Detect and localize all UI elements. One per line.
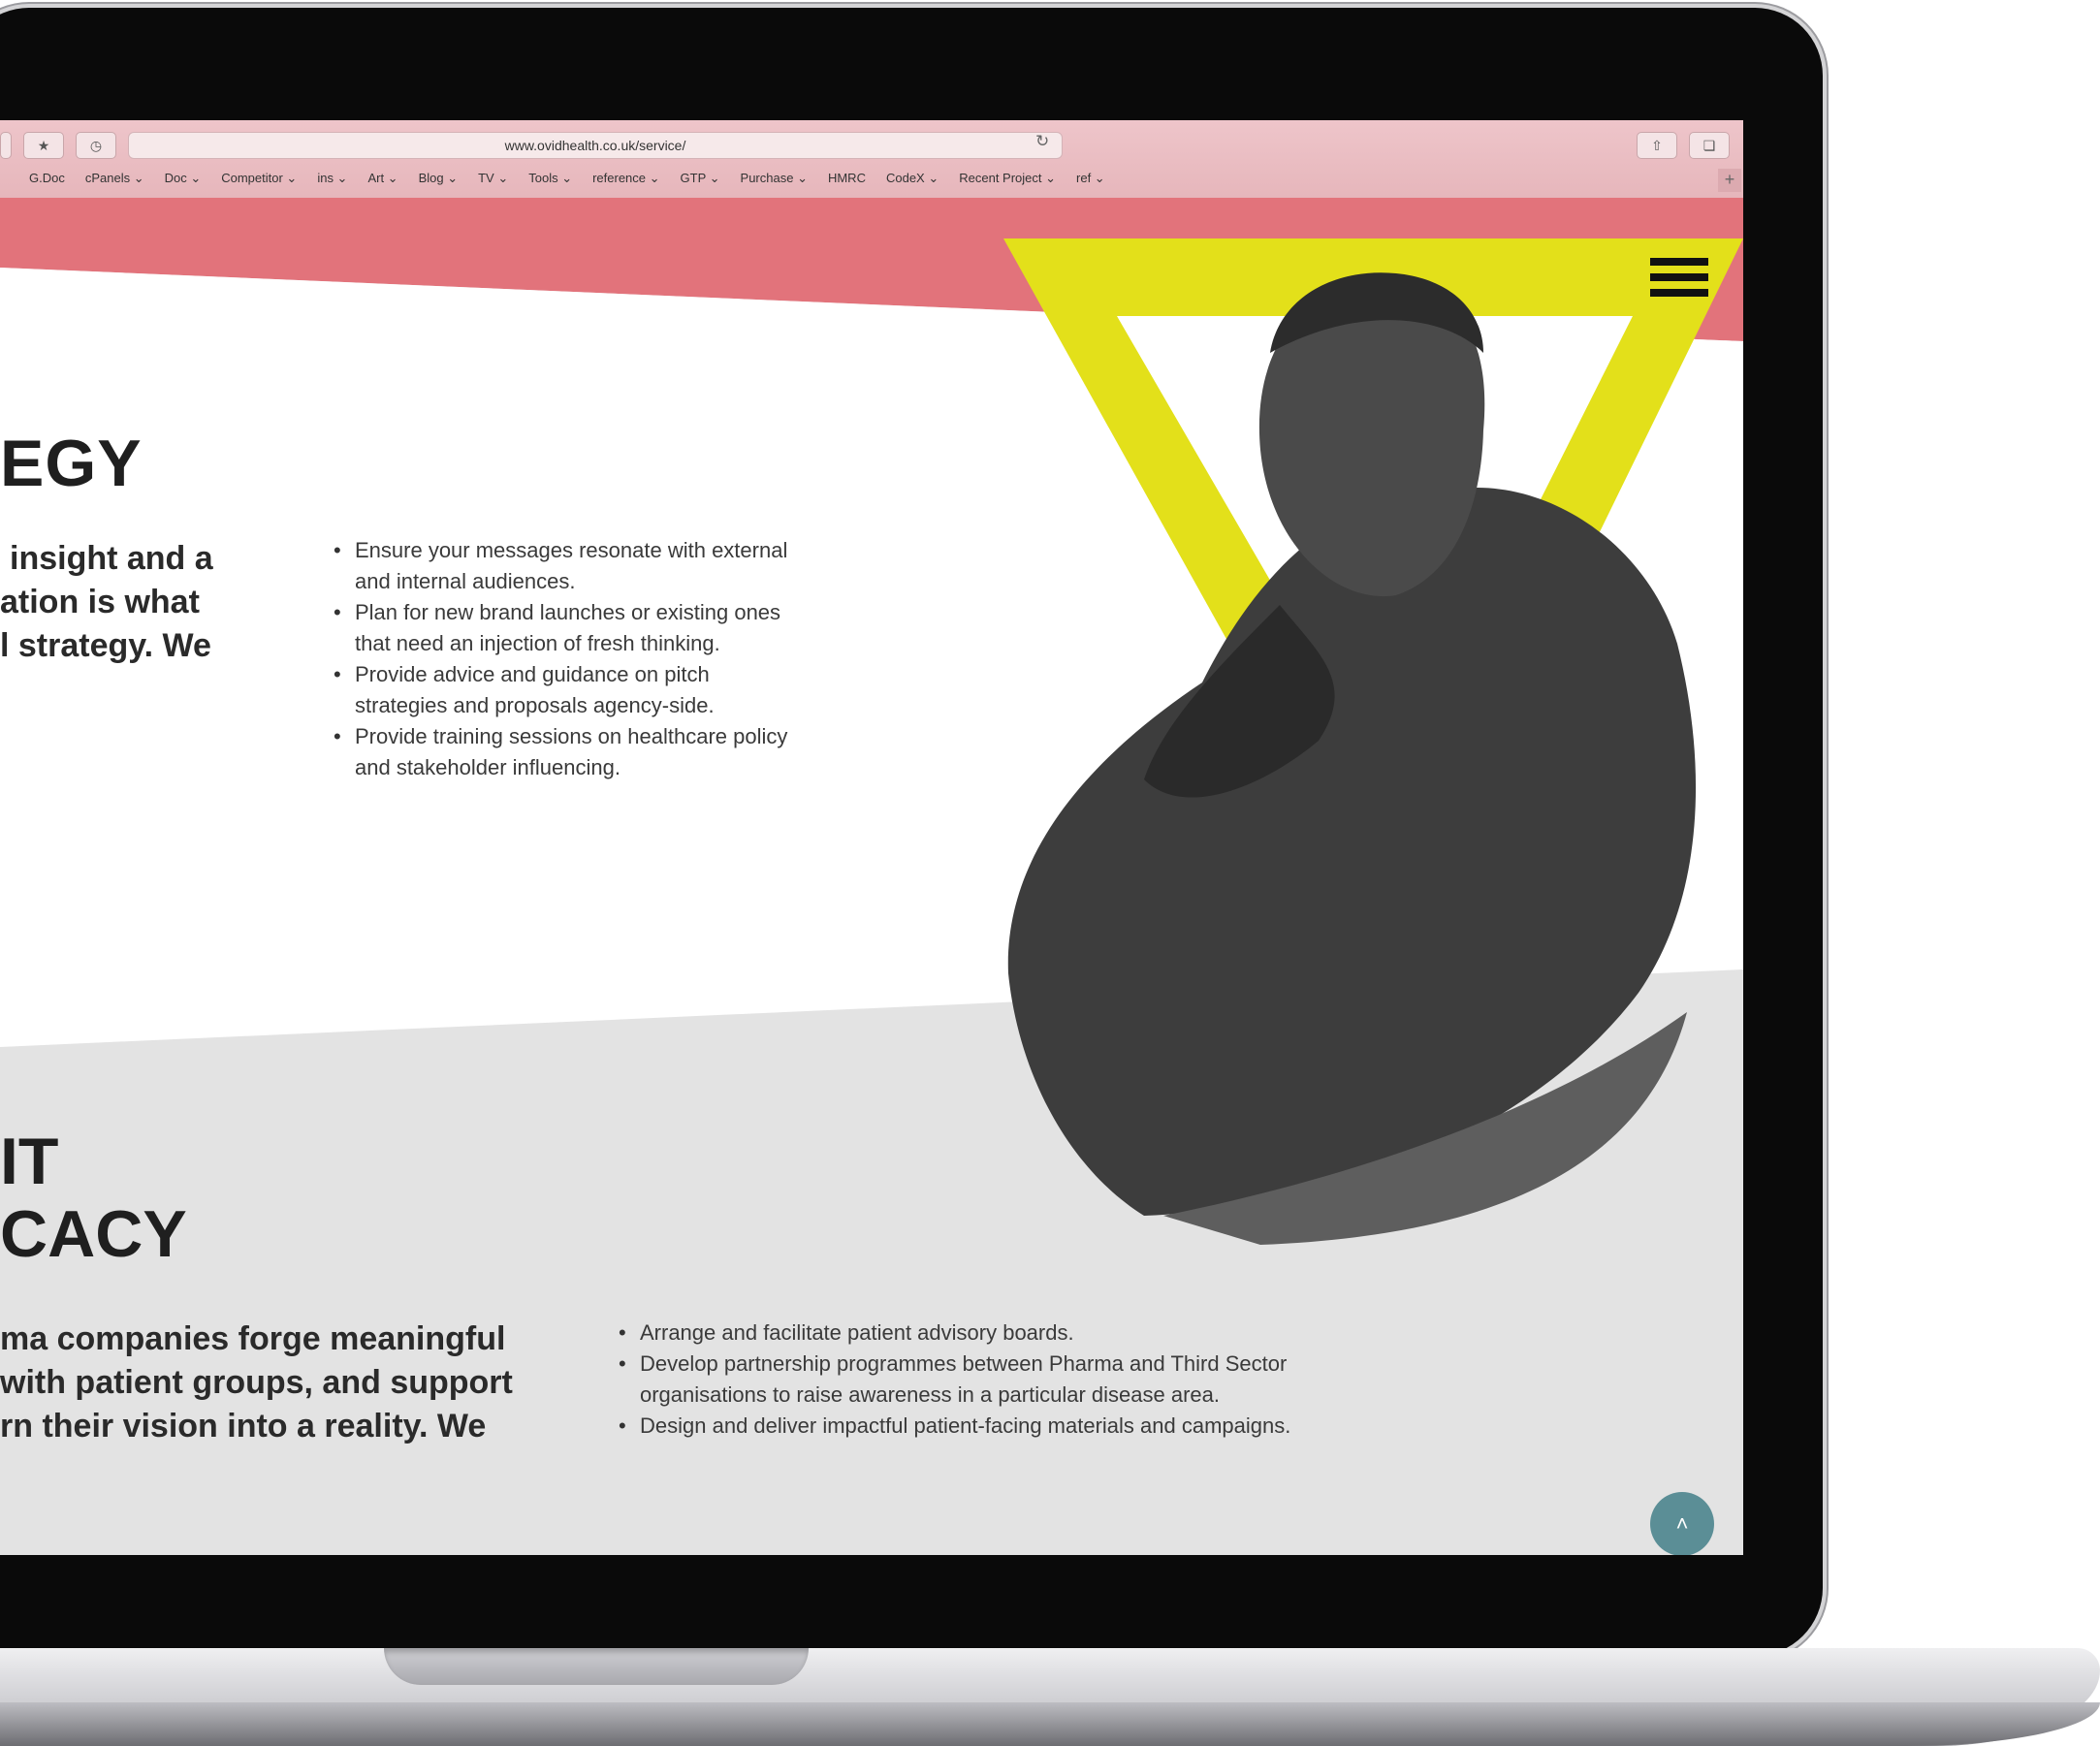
list-item: Provide training sessions on healthcare …: [334, 721, 788, 783]
list-item: Develop partnership programmes between P…: [619, 1349, 1290, 1411]
list-item-text: Plan for new brand launches or existing …: [355, 600, 781, 624]
list-item: Plan for new brand launches or existing …: [334, 597, 787, 659]
bookmark-item[interactable]: Recent Project ⌄: [959, 171, 1056, 192]
bookmark-item[interactable]: cPanels ⌄: [85, 171, 144, 192]
list-item-text: that need an injection of fresh thinking…: [355, 631, 720, 655]
bookmark-icon[interactable]: ★: [23, 132, 64, 159]
back-to-top-button[interactable]: ˄: [1650, 1492, 1714, 1555]
bookmark-item[interactable]: G.Doc: [29, 171, 65, 192]
lead-line: l strategy. We: [0, 627, 211, 664]
list-item-text: and stakeholder influencing.: [355, 755, 620, 779]
lead-line: with patient groups, and support: [0, 1364, 513, 1401]
bookmark-item[interactable]: ref ⌄: [1076, 171, 1105, 192]
lead-line: rn their vision into a reality. We: [0, 1408, 487, 1444]
bookmark-item[interactable]: ins ⌄: [317, 171, 347, 192]
address-bar[interactable]: www.ovidhealth.co.uk/service/: [128, 132, 1063, 159]
lead-line: ation is what: [0, 584, 200, 620]
section-heading-line1: IT: [0, 1125, 59, 1198]
list-item-text: Design and deliver impactful patient-fac…: [640, 1413, 1291, 1438]
hamburger-icon[interactable]: [1650, 258, 1708, 308]
bookmark-item[interactable]: GTP ⌄: [681, 171, 720, 192]
bookmark-item[interactable]: Tools ⌄: [528, 171, 572, 192]
list-item-text: Arrange and facilitate patient advisory …: [640, 1320, 1074, 1345]
laptop-hinge-notch: [384, 1648, 809, 1685]
list-item: Design and deliver impactful patient-fac…: [619, 1411, 1291, 1442]
bookmark-item[interactable]: Doc ⌄: [165, 171, 202, 192]
history-icon[interactable]: ◷: [76, 132, 116, 159]
bookmark-item[interactable]: Purchase ⌄: [741, 171, 808, 192]
list-item-text: Ensure your messages resonate with exter…: [355, 538, 788, 562]
laptop-frame: ★ ◷ www.ovidhealth.co.uk/service/ ↻ ⇧ ❏ …: [0, 8, 1823, 1656]
bookmark-item[interactable]: Blog ⌄: [419, 171, 459, 192]
list-item-text: Provide training sessions on healthcare …: [355, 724, 788, 748]
list-item-text: Provide advice and guidance on pitch: [355, 662, 710, 686]
list-item-text: strategies and proposals agency-side.: [355, 693, 715, 717]
list-item-text: Develop partnership programmes between P…: [640, 1351, 1288, 1376]
list-item: Arrange and facilitate patient advisory …: [619, 1317, 1290, 1349]
service-list: Arrange and facilitate patient advisory …: [617, 1317, 1290, 1442]
browser-screen: ★ ◷ www.ovidhealth.co.uk/service/ ↻ ⇧ ❏ …: [0, 120, 1743, 1555]
bookmark-item[interactable]: Competitor ⌄: [221, 171, 297, 192]
section-heading: EGY: [0, 427, 143, 500]
web-page: EGY insight and a ation is what l strate…: [0, 198, 1743, 1555]
browser-toolbar: ★ ◷ www.ovidhealth.co.uk/service/ ↻ ⇧ ❏ …: [0, 120, 1743, 199]
reload-icon[interactable]: ↻: [1035, 132, 1049, 151]
add-bookmark-icon[interactable]: +: [1718, 169, 1741, 192]
lead-line: insight and a: [10, 540, 213, 577]
bookmark-item[interactable]: Art ⌄: [367, 171, 398, 192]
list-item-text: organisations to raise awareness in a pa…: [640, 1382, 1220, 1407]
chevron-up-icon: ˄: [1675, 1511, 1689, 1536]
bookmark-item[interactable]: reference ⌄: [592, 171, 659, 192]
lead-line: ma companies forge meaningful: [0, 1320, 506, 1357]
list-item: Ensure your messages resonate with exter…: [334, 535, 788, 597]
list-item: Provide advice and guidance on pitch stra…: [334, 659, 787, 721]
share-icon[interactable]: ⇧: [1637, 132, 1677, 159]
bookmark-item[interactable]: HMRC: [828, 171, 866, 192]
bookmark-item[interactable]: TV ⌄: [478, 171, 508, 192]
bookmarks-bar: G.Doc cPanels ⌄ Doc ⌄ Competitor ⌄ ins ⌄…: [29, 171, 1126, 192]
section-heading-line2: CACY: [0, 1197, 187, 1271]
toolbar-button[interactable]: [0, 132, 12, 159]
service-list: Ensure your messages resonate with exter…: [332, 535, 787, 783]
tabs-icon[interactable]: ❏: [1689, 132, 1730, 159]
list-item-text: and internal audiences.: [355, 569, 576, 593]
laptop-base-edge: [0, 1702, 2100, 1746]
bookmark-item[interactable]: CodeX ⌄: [886, 171, 939, 192]
